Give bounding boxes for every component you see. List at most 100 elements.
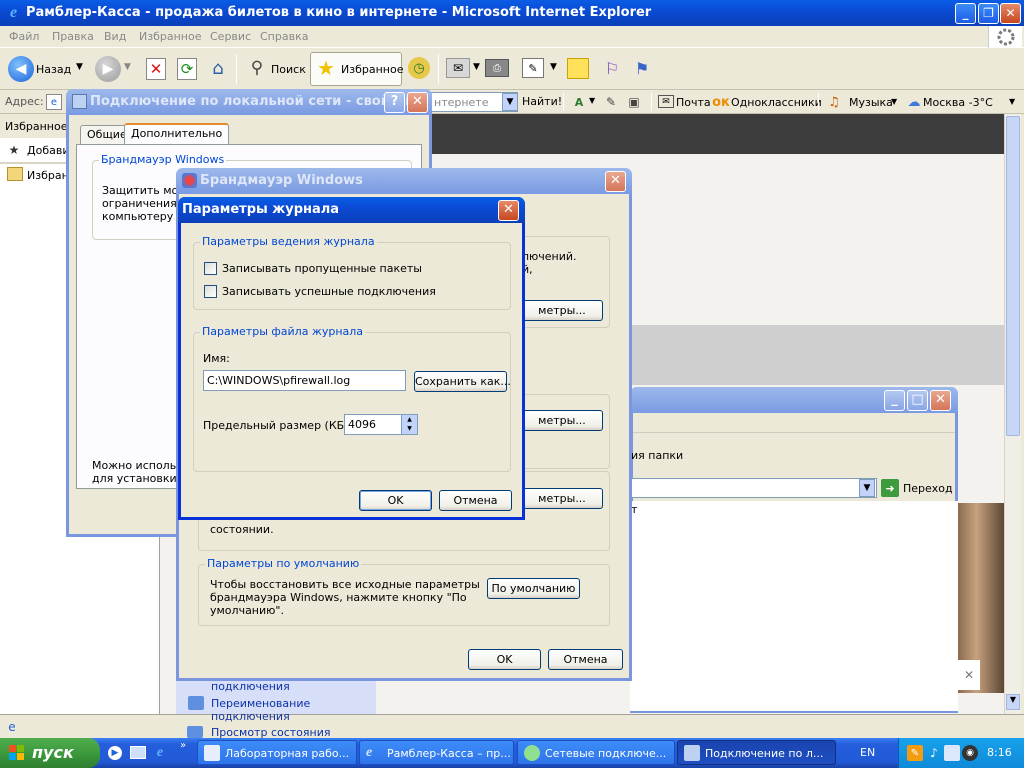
restore-icon[interactable]: ❐ [978,3,999,24]
nc-go-label[interactable]: Переход [903,482,953,495]
tray-media-icon[interactable]: ◉ [962,745,978,761]
lan-close-icon[interactable]: ✕ [407,92,428,113]
forward-dropdown-icon[interactable]: ▼ [124,62,131,72]
highlight-icon[interactable]: A [570,94,588,110]
tray-network-icon[interactable] [944,745,960,761]
add-favorite-icon[interactable]: ★ [6,142,22,158]
log-dropped-checkbox[interactable] [204,262,217,275]
ie-scrollbar[interactable]: ▼ [1004,114,1021,714]
back-arrow-icon[interactable]: ◀ [8,56,34,82]
size-spinner-icon[interactable]: ▲ ▼ [401,415,417,434]
start-button[interactable]: пуск [0,738,100,768]
nc-tasks-panel: подключения Переименование [176,680,376,714]
back-label[interactable]: Назад [36,63,71,76]
mail-dropdown-icon[interactable]: ▼ [473,62,480,72]
language-indicator[interactable]: EN [860,746,875,759]
forward-arrow-icon[interactable]: ▶ [95,56,121,82]
log-cancel-button[interactable]: Отмена [439,490,512,511]
quicklaunch-ie-icon[interactable]: e [152,745,168,761]
save-as-button[interactable]: Сохранить как... [414,371,511,392]
menu-tools[interactable]: Сервис [210,30,251,43]
home-icon[interactable]: ⌂ [207,57,229,79]
nc-minimize-icon[interactable]: _ [884,390,905,411]
volume-icon[interactable]: ♪ [926,745,942,761]
task-rambler[interactable]: e Рамблер-Касса – пр... [359,740,514,765]
defaults-button[interactable]: По умолчанию [487,578,580,599]
tab-advanced[interactable]: Дополнительно [124,123,230,145]
help-icon[interactable]: ? [384,92,405,113]
firewall-close-icon[interactable]: ✕ [605,171,626,192]
log-close-icon[interactable]: ✕ [498,200,519,221]
music-icon[interactable]: ♫ [826,94,842,110]
address-label: Адрес: [5,95,44,108]
search-go-button[interactable]: Найти! [522,95,562,108]
favorites-star-icon[interactable]: ★ [315,56,337,80]
log-path-input[interactable]: C:\WINDOWS\pfirewall.log [203,370,406,391]
start-label[interactable]: пуск [32,743,74,762]
tray-app-icon[interactable]: ✎ [907,745,923,761]
firewall-ok-button[interactable]: OK [468,649,541,670]
pen-icon[interactable]: ✎ [603,94,619,110]
print-icon[interactable]: ⎙ [485,59,509,77]
favorites-label[interactable]: Избранное [341,63,403,76]
refresh-icon[interactable]: ⟳ [177,58,197,80]
menu-file[interactable]: Файл [9,30,39,43]
link-music[interactable]: Музыка [849,96,893,109]
edit-dropdown-icon[interactable]: ▼ [550,62,557,72]
nc-go-icon[interactable]: ➜ [881,479,899,497]
quicklaunch-media-icon[interactable]: ▶ [108,746,122,760]
task-lab-work[interactable]: Лабораторная рабо... [197,740,357,765]
scroll-down-icon[interactable]: ▼ [1006,694,1020,710]
fw-params-button-2[interactable]: метры... [521,410,603,431]
nc-folders-label[interactable]: ия папки [631,449,683,462]
log-success-label[interactable]: Записывать успешные подключения [222,285,436,298]
minimize-icon[interactable]: _ [955,3,976,24]
history-icon[interactable]: ◷ [408,57,430,79]
banner-close-icon[interactable]: ✕ [958,660,980,690]
ok-logo-icon[interactable]: ок [712,94,730,110]
nc-close-icon[interactable]: ✕ [930,390,951,411]
task-network[interactable]: Сетевые подключе... [517,740,675,765]
menu-favorites[interactable]: Избранное [139,30,201,43]
search-icon[interactable]: ⚲ [246,57,268,79]
link-mail[interactable]: Почта [676,96,711,109]
weather-cloud-icon[interactable]: ☁ [905,94,923,110]
nc-task-1[interactable]: подключения [211,680,290,693]
search-dropdown-icon[interactable]: ▼ [502,93,518,111]
nc-address-dropdown-icon[interactable]: ▼ [859,479,875,497]
fw-params-button-1[interactable]: метры... [521,300,603,321]
add-favorite-button[interactable]: Добави [27,144,69,157]
menu-edit[interactable]: Правка [52,30,94,43]
messenger-icon[interactable]: ⚐ [600,57,624,79]
back-dropdown-icon[interactable]: ▼ [76,62,83,72]
log-dropped-label[interactable]: Записывать пропущенные пакеты [222,262,422,275]
menu-view[interactable]: Вид [104,30,126,43]
toolbar-more-icon[interactable]: ▼ [1009,97,1015,106]
search-label[interactable]: Поиск [271,63,306,76]
ie-logo-icon: e [9,4,18,21]
stop-icon[interactable]: ✕ [146,58,166,80]
nc-maximize-icon[interactable]: □ [907,390,928,411]
link-odnoklassniki[interactable]: Одноклассники [731,96,822,109]
popup-icon[interactable]: ▣ [626,94,642,110]
quicklaunch-more-icon[interactable]: » [180,740,186,751]
log-success-checkbox[interactable] [204,285,217,298]
quicklaunch-desktop-icon[interactable] [130,746,146,759]
task-lan-properties[interactable]: Подключение по л... [677,740,836,765]
log-ok-button[interactable]: OK [359,490,432,511]
menu-help[interactable]: Справка [260,30,308,43]
firewall-cancel-button[interactable]: Отмена [548,649,623,670]
nc-task-rename-2[interactable]: подключения [211,710,290,723]
ie-window-title: Рамблер-Касса - продажа билетов в кино в… [26,5,652,20]
research-icon[interactable]: ⚑ [630,57,654,79]
edit-icon[interactable]: ✎ [522,58,544,78]
mail-icon[interactable]: ✉ [446,58,470,78]
note-icon[interactable] [567,58,589,79]
fw-params-button-3[interactable]: метры... [521,488,603,509]
link-weather[interactable]: Москва -3°C [923,96,993,109]
music-dropdown-icon[interactable]: ▼ [891,97,897,106]
envelope-icon[interactable]: ✉ [658,95,674,108]
close-icon[interactable]: ✕ [1000,3,1021,24]
highlight-dropdown-icon[interactable]: ▼ [589,96,595,105]
nc-task-rename[interactable]: Переименование [211,697,310,710]
